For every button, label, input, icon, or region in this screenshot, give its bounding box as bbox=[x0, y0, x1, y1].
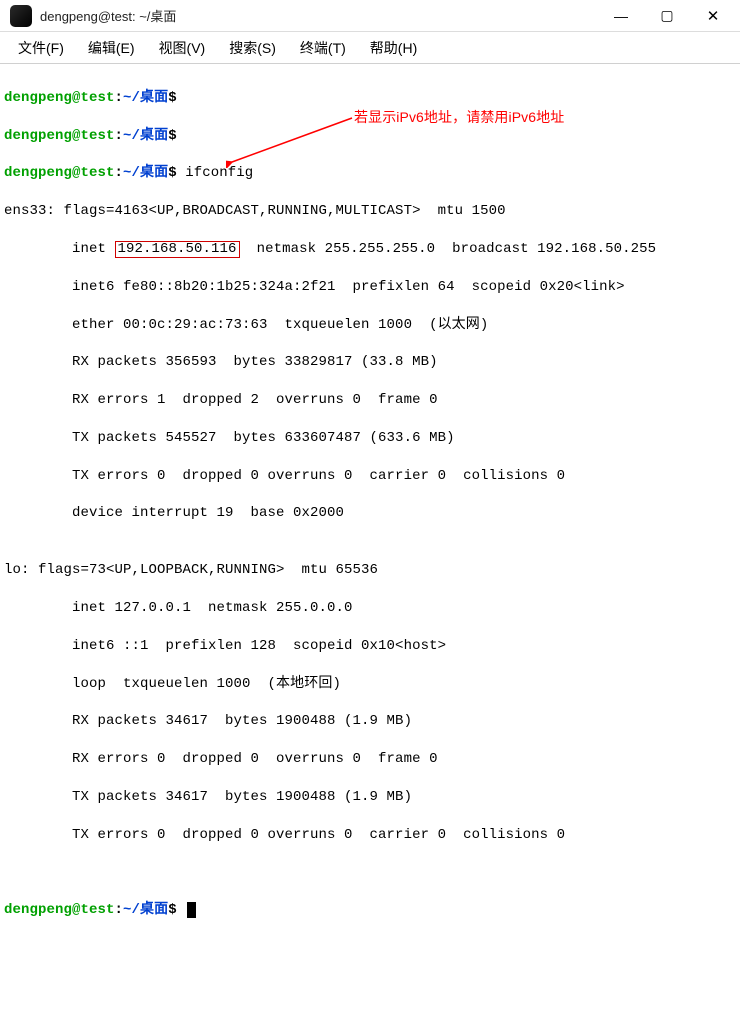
command-text: ifconfig bbox=[185, 165, 253, 181]
window-controls: — ▢ ✕ bbox=[598, 0, 736, 32]
out-lo-rx-errors: RX errors 0 dropped 0 overruns 0 frame 0 bbox=[4, 750, 734, 769]
titlebar: dengpeng@test: ~/桌面 — ▢ ✕ bbox=[0, 0, 740, 32]
maximize-button[interactable]: ▢ bbox=[644, 0, 690, 32]
out-lo-header: lo: flags=73<UP,LOOPBACK,RUNNING> mtu 65… bbox=[4, 561, 734, 580]
prompt-line-cmd: dengpeng@test:~/桌面$ ifconfig bbox=[4, 164, 734, 183]
out-lo-rx-packets: RX packets 34617 bytes 1900488 (1.9 MB) bbox=[4, 712, 734, 731]
cursor-icon bbox=[187, 902, 196, 918]
annotation-text: 若显示iPv6地址，请禁用iPv6地址 bbox=[354, 108, 564, 127]
out-blank-2 bbox=[4, 863, 734, 882]
highlighted-ip: 192.168.50.116 bbox=[115, 241, 240, 258]
minimize-button[interactable]: — bbox=[598, 0, 644, 32]
prompt-path: ~/桌面 bbox=[123, 90, 168, 106]
out-lo-inet: inet 127.0.0.1 netmask 255.0.0.0 bbox=[4, 599, 734, 618]
menu-terminal[interactable]: 终端(T) bbox=[288, 34, 358, 62]
out-ens33-ether: ether 00:0c:29:ac:73:63 txqueuelen 1000 … bbox=[4, 316, 734, 335]
terminal-app-icon bbox=[10, 5, 32, 27]
menu-search[interactable]: 搜索(S) bbox=[217, 34, 288, 62]
out-ens33-device: device interrupt 19 base 0x2000 bbox=[4, 504, 734, 523]
out-ens33-tx-packets: TX packets 545527 bytes 633607487 (633.6… bbox=[4, 429, 734, 448]
window-title: dengpeng@test: ~/桌面 bbox=[40, 6, 598, 25]
out-ens33-header: ens33: flags=4163<UP,BROADCAST,RUNNING,M… bbox=[4, 202, 734, 221]
prompt-userhost: dengpeng@test bbox=[4, 90, 115, 106]
out-lo-tx-errors: TX errors 0 dropped 0 overruns 0 carrier… bbox=[4, 826, 734, 845]
menu-file[interactable]: 文件(F) bbox=[6, 34, 76, 62]
out-ens33-rx-packets: RX packets 356593 bytes 33829817 (33.8 M… bbox=[4, 353, 734, 372]
prompt-line-1: dengpeng@test:~/桌面$ bbox=[4, 89, 734, 108]
prompt-line-2: dengpeng@test:~/桌面$ bbox=[4, 127, 734, 146]
out-ens33-inet6: inet6 fe80::8b20:1b25:324a:2f21 prefixle… bbox=[4, 278, 734, 297]
menu-view[interactable]: 视图(V) bbox=[147, 34, 218, 62]
out-lo-tx-packets: TX packets 34617 bytes 1900488 (1.9 MB) bbox=[4, 788, 734, 807]
out-lo-loop: loop txqueuelen 1000 (本地环回) bbox=[4, 675, 734, 694]
menubar: 文件(F) 编辑(E) 视图(V) 搜索(S) 终端(T) 帮助(H) bbox=[0, 32, 740, 64]
out-ens33-inet: inet 192.168.50.116 netmask 255.255.255.… bbox=[4, 240, 734, 259]
terminal-area[interactable]: dengpeng@test:~/桌面$ dengpeng@test:~/桌面$ … bbox=[0, 64, 740, 1021]
close-button[interactable]: ✕ bbox=[690, 0, 736, 32]
prompt-line-final: dengpeng@test:~/桌面$ bbox=[4, 901, 734, 920]
out-lo-inet6: inet6 ::1 prefixlen 128 scopeid 0x10<hos… bbox=[4, 637, 734, 656]
menu-edit[interactable]: 编辑(E) bbox=[76, 34, 147, 62]
out-ens33-rx-errors: RX errors 1 dropped 2 overruns 0 frame 0 bbox=[4, 391, 734, 410]
out-ens33-tx-errors: TX errors 0 dropped 0 overruns 0 carrier… bbox=[4, 467, 734, 486]
menu-help[interactable]: 帮助(H) bbox=[358, 34, 429, 62]
